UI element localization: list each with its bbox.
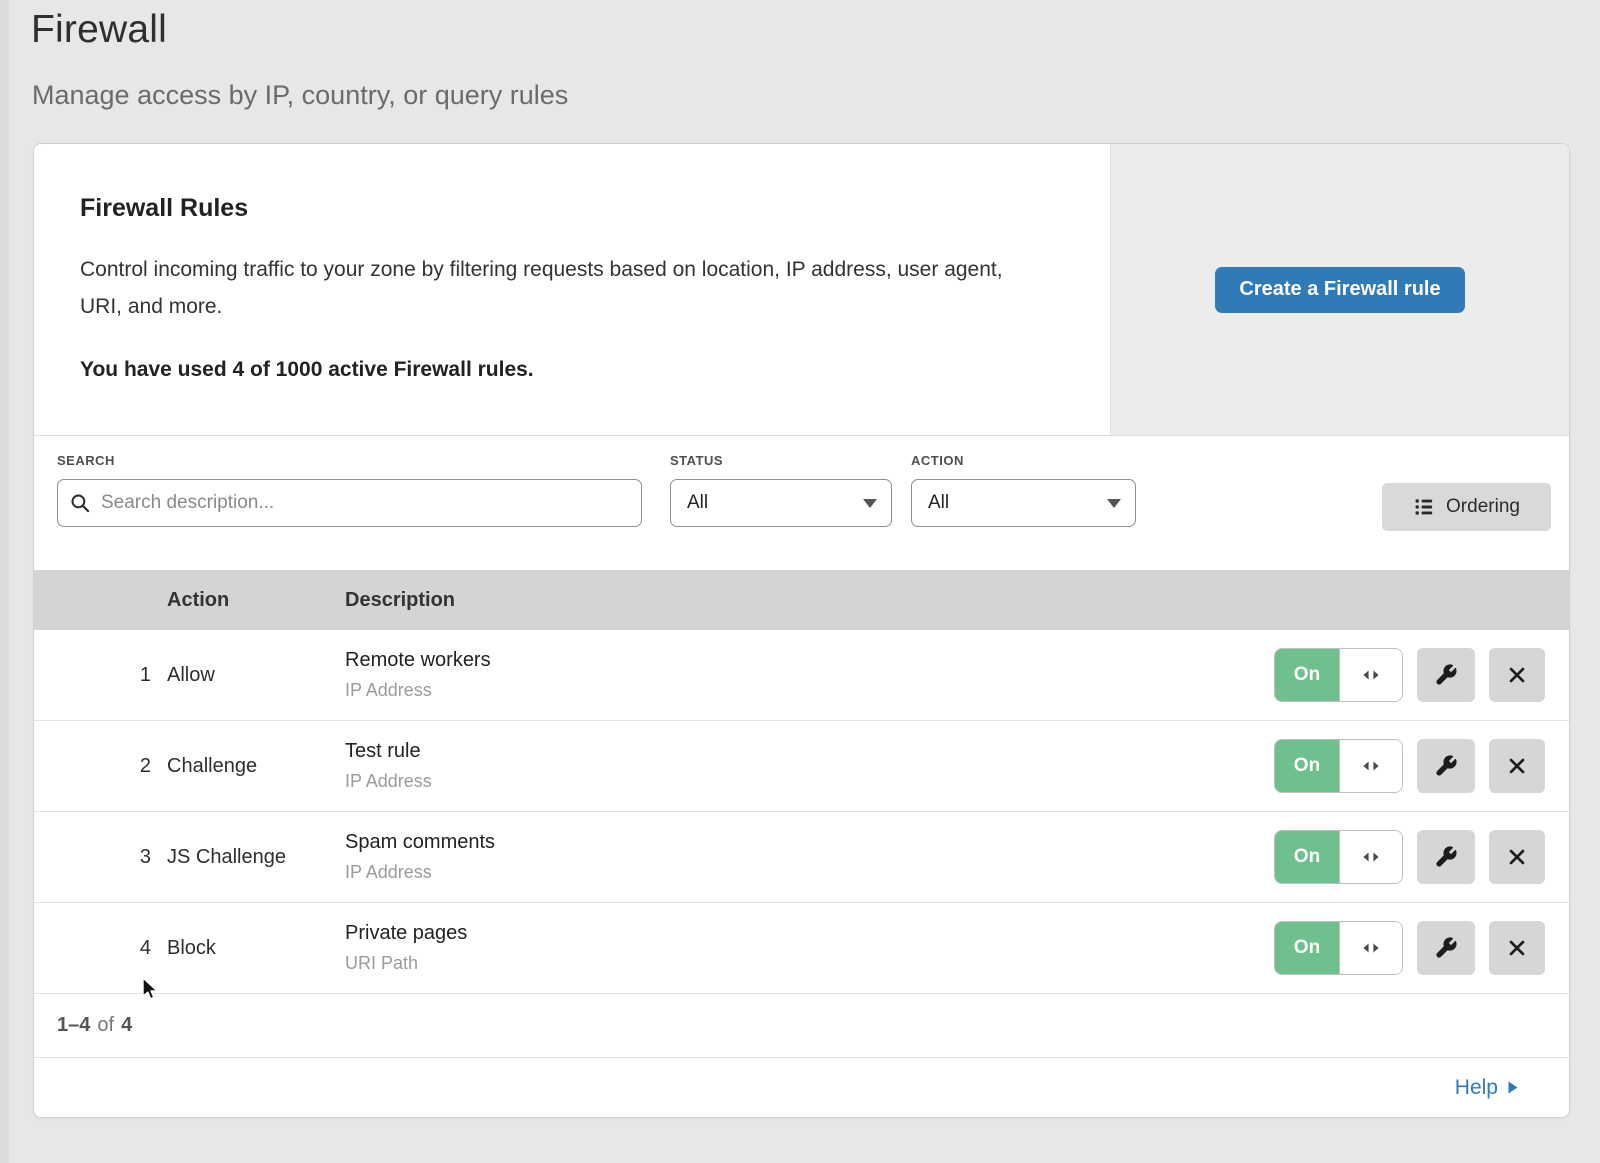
help-link-label: Help <box>1455 1076 1498 1100</box>
card-footer: Help <box>34 1058 1569 1117</box>
rule-action: JS Challenge <box>167 846 345 869</box>
table-row: 2 Challenge Test rule IP Address On <box>34 721 1569 812</box>
close-icon <box>1506 755 1528 777</box>
ordering-button-label: Ordering <box>1446 496 1520 518</box>
rules-description: Control incoming traffic to your zone by… <box>80 251 1035 325</box>
search-input[interactable] <box>99 491 629 515</box>
reorder-handle[interactable] <box>1340 922 1402 974</box>
close-icon <box>1506 937 1528 959</box>
close-icon <box>1506 664 1528 686</box>
arrow-right-icon <box>1507 1080 1519 1095</box>
rule-description: Test rule <box>345 740 1274 763</box>
toggle-on-button[interactable]: On <box>1275 649 1340 701</box>
page-subtitle: Manage access by IP, country, or query r… <box>32 80 568 111</box>
toggle-on-button[interactable]: On <box>1275 922 1340 974</box>
action-column-header: Action <box>167 589 345 612</box>
delete-rule-button[interactable] <box>1489 830 1545 884</box>
pagination-range: 1–4 <box>57 1014 90 1037</box>
action-select[interactable]: All <box>911 479 1136 527</box>
chevron-down-icon <box>1107 499 1121 508</box>
rule-match-type: IP Address <box>345 680 1274 701</box>
window-edge <box>0 0 9 1163</box>
description-column-header: Description <box>345 589 455 612</box>
left-right-arrows-icon <box>1360 757 1382 775</box>
toggle-on-button[interactable]: On <box>1275 831 1340 883</box>
pagination-total: 4 <box>121 1014 132 1037</box>
rule-match-type: URI Path <box>345 953 1274 974</box>
rule-toggle: On <box>1274 921 1403 975</box>
firewall-rules-card: Firewall Rules Control incoming traffic … <box>33 143 1570 1118</box>
rule-description: Remote workers <box>345 649 1274 672</box>
rule-priority: 2 <box>34 755 167 778</box>
left-right-arrows-icon <box>1360 666 1382 684</box>
rule-controls: On <box>1274 921 1569 975</box>
page-header: Firewall Manage access by IP, country, o… <box>31 8 568 111</box>
rule-description: Private pages <box>345 922 1274 945</box>
rule-action: Allow <box>167 664 345 687</box>
filters-bar: SEARCH STATUS All ACTION All Ordering <box>34 436 1569 570</box>
rule-controls: On <box>1274 648 1569 702</box>
rule-controls: On <box>1274 830 1569 884</box>
delete-rule-button[interactable] <box>1489 648 1545 702</box>
status-selected-value: All <box>687 492 708 514</box>
table-row: 4 Block Private pages URI Path On <box>34 903 1569 994</box>
rules-heading: Firewall Rules <box>80 194 1050 223</box>
toggle-on-button[interactable]: On <box>1275 740 1340 792</box>
ordering-button[interactable]: Ordering <box>1382 483 1551 531</box>
table-row: 1 Allow Remote workers IP Address On <box>34 630 1569 721</box>
table-row: 3 JS Challenge Spam comments IP Address … <box>34 812 1569 903</box>
help-link[interactable]: Help <box>1455 1076 1519 1100</box>
rule-controls: On <box>1274 739 1569 793</box>
create-rule-panel: Create a Firewall rule <box>1110 144 1569 435</box>
rule-action: Block <box>167 937 345 960</box>
search-label: SEARCH <box>57 453 115 468</box>
table-header: Action Description <box>34 570 1569 630</box>
rule-toggle: On <box>1274 648 1403 702</box>
rules-usage-count: You have used 4 of 1000 active Firewall … <box>80 358 1050 382</box>
rule-toggle: On <box>1274 830 1403 884</box>
left-right-arrows-icon <box>1360 848 1382 866</box>
delete-rule-button[interactable] <box>1489 921 1545 975</box>
wrench-icon <box>1434 663 1458 687</box>
wrench-icon <box>1434 936 1458 960</box>
status-select[interactable]: All <box>670 479 892 527</box>
rule-match-type: IP Address <box>345 862 1274 883</box>
pagination-of: of <box>97 1014 114 1037</box>
reorder-handle[interactable] <box>1340 740 1402 792</box>
wrench-icon <box>1434 754 1458 778</box>
rule-priority: 4 <box>34 937 167 960</box>
edit-rule-button[interactable] <box>1417 648 1475 702</box>
status-label: STATUS <box>670 453 723 468</box>
wrench-icon <box>1434 845 1458 869</box>
edit-rule-button[interactable] <box>1417 921 1475 975</box>
action-label: ACTION <box>911 453 964 468</box>
page-title: Firewall <box>31 8 568 52</box>
action-selected-value: All <box>928 492 949 514</box>
reorder-handle[interactable] <box>1340 831 1402 883</box>
pagination: 1–4 of 4 <box>34 994 1569 1058</box>
reorder-handle[interactable] <box>1340 649 1402 701</box>
search-icon <box>70 493 90 513</box>
rules-intro: Firewall Rules Control incoming traffic … <box>34 144 1110 435</box>
edit-rule-button[interactable] <box>1417 830 1475 884</box>
rule-action: Challenge <box>167 755 345 778</box>
rule-match-type: IP Address <box>345 771 1274 792</box>
create-firewall-rule-button[interactable]: Create a Firewall rule <box>1215 267 1465 313</box>
card-top-section: Firewall Rules Control incoming traffic … <box>34 144 1569 436</box>
rule-priority: 3 <box>34 846 167 869</box>
rule-description: Spam comments <box>345 831 1274 854</box>
rule-priority: 1 <box>34 664 167 687</box>
chevron-down-icon <box>863 499 877 508</box>
delete-rule-button[interactable] <box>1489 739 1545 793</box>
close-icon <box>1506 846 1528 868</box>
edit-rule-button[interactable] <box>1417 739 1475 793</box>
rule-toggle: On <box>1274 739 1403 793</box>
search-box[interactable] <box>57 479 642 527</box>
ordered-list-icon <box>1413 496 1435 518</box>
left-right-arrows-icon <box>1360 939 1382 957</box>
